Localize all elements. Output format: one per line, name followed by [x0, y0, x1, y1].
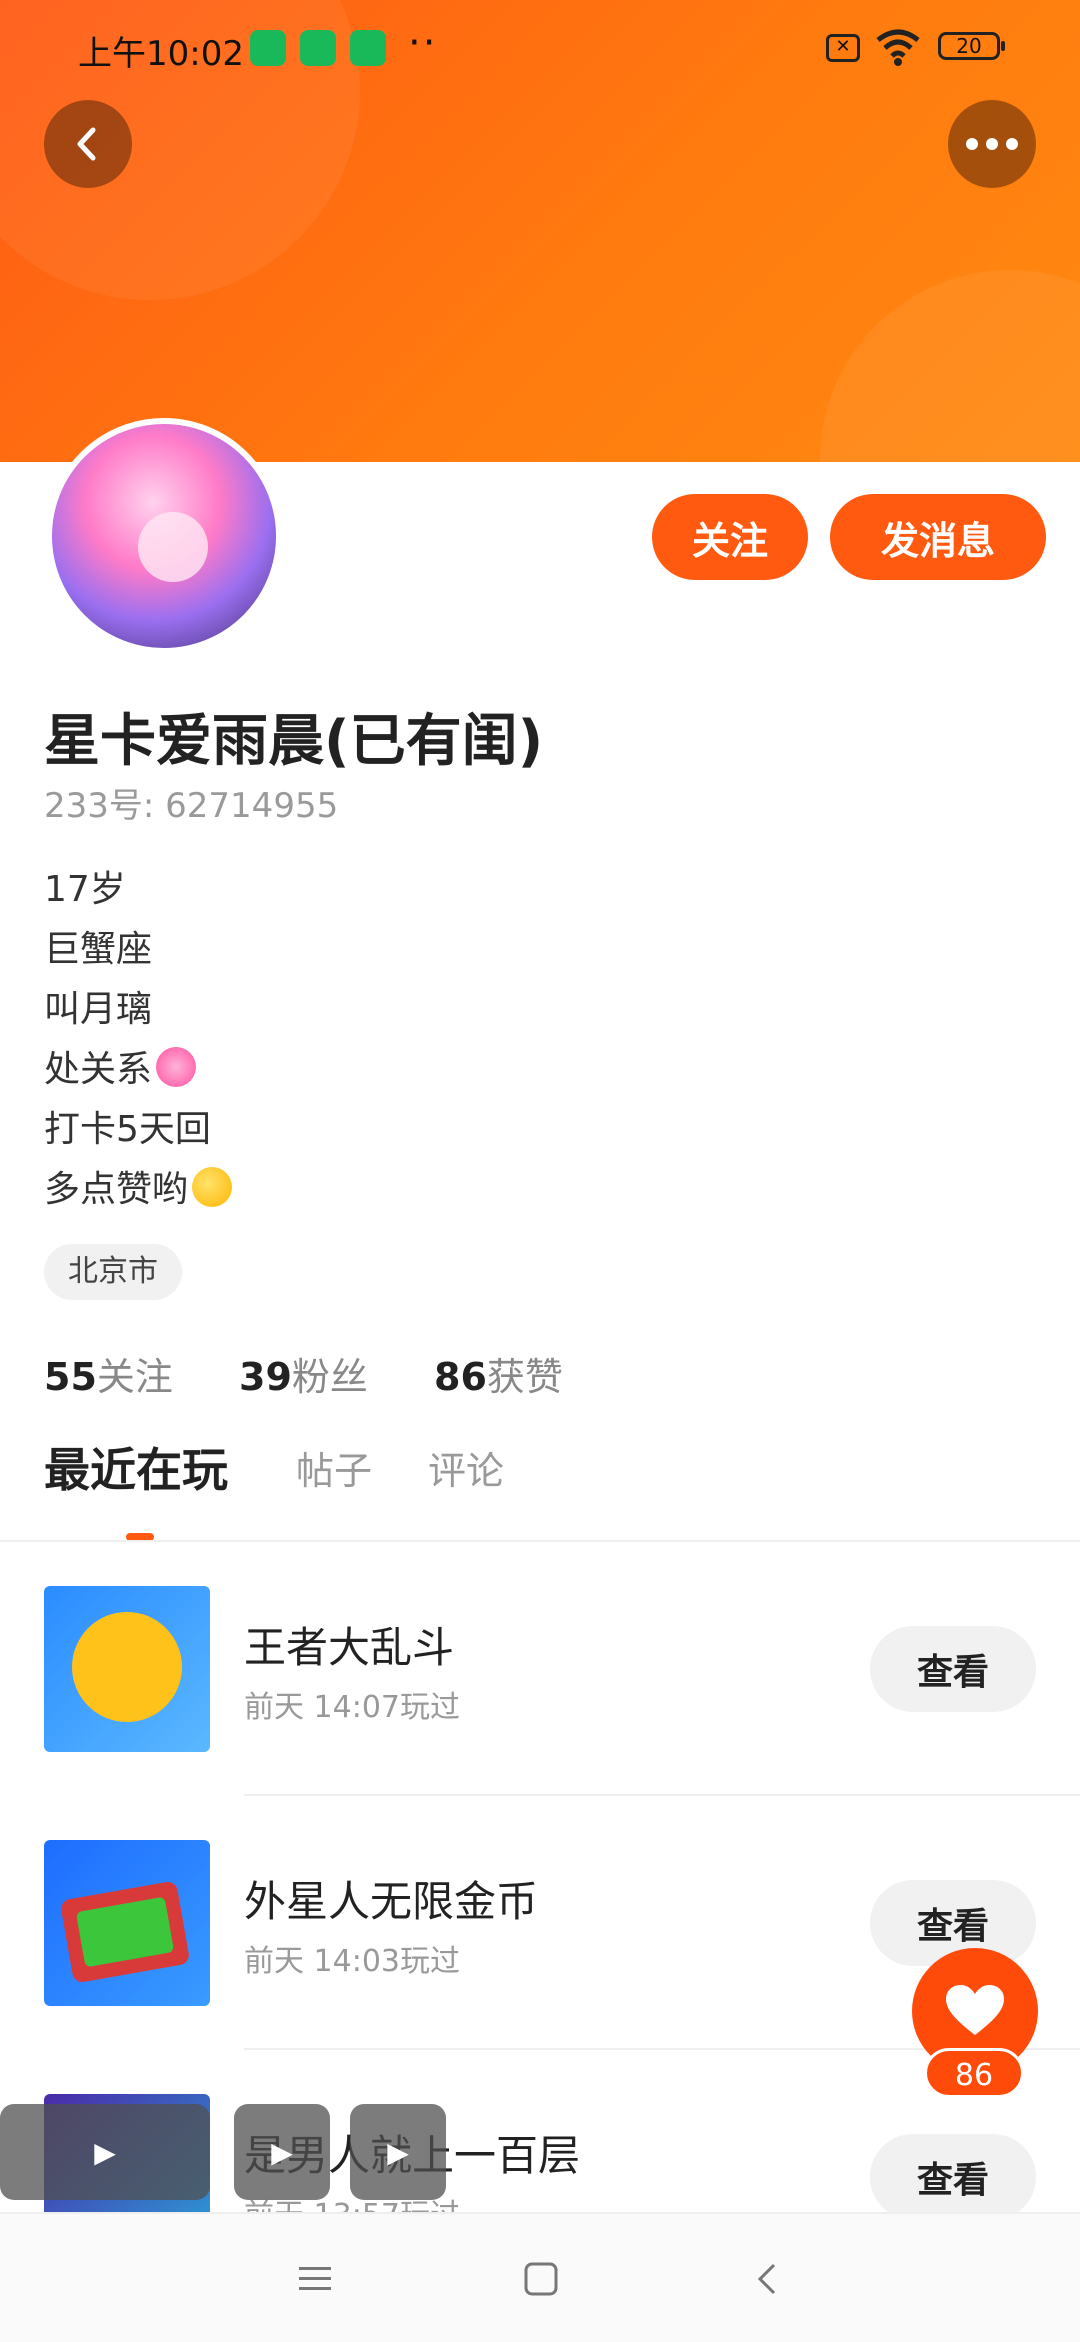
more-dots-icon: ·· — [408, 20, 438, 66]
bio-line: 多点赞哟 — [44, 1160, 944, 1220]
profile-bio: 17岁 巨蟹座 叫月璃 处关系 打卡5天回 多点赞哟 — [44, 860, 944, 1220]
bio-line: 巨蟹座 — [44, 929, 153, 970]
pumpkin-coin-icon — [72, 1612, 182, 1722]
view-button[interactable]: 查看 — [870, 2134, 1036, 2212]
sim-off-icon: ✕ — [826, 34, 860, 62]
profile-id: 233号: 62714955 — [44, 786, 339, 826]
chevron-left-icon — [77, 127, 96, 161]
back-nav-icon[interactable] — [742, 2254, 792, 2304]
tab-posts[interactable]: 帖子 — [296, 1440, 372, 1495]
avatar-face — [138, 512, 208, 582]
more-horizontal-icon — [966, 138, 1018, 150]
kiss-face-icon — [192, 1167, 233, 1207]
video-chip[interactable]: ▶ — [0, 2104, 210, 2200]
header-decor-circle — [820, 270, 1080, 462]
list-item[interactable]: 王者大乱斗 前天 14:07玩过 查看 — [0, 1542, 1080, 1796]
wifi-icon — [876, 29, 920, 66]
profile-tabs: 最近在玩 帖子 评论 — [0, 1440, 1080, 1540]
system-nav-bar — [0, 2212, 1080, 2342]
video-chip[interactable]: ▶ — [350, 2104, 446, 2200]
play-icon: ▶ — [94, 2135, 116, 2169]
likes-stat[interactable]: 86获赞 — [434, 1346, 563, 1401]
bio-line: 打卡5天回 — [44, 1109, 211, 1150]
video-chip[interactable]: ▶ — [234, 2104, 330, 2200]
played-time: 前天 14:07玩过 — [244, 1690, 460, 1725]
following-stat[interactable]: 55关注 — [44, 1346, 173, 1401]
play-icon: ▶ — [387, 2135, 409, 2169]
menu-icon[interactable] — [290, 2254, 340, 2304]
back-button[interactable] — [44, 100, 132, 188]
more-options-button[interactable] — [948, 100, 1036, 188]
bio-line: 处关系 — [44, 1040, 944, 1100]
wechat-icon — [250, 30, 286, 66]
battery-icon: 20 — [938, 32, 1005, 60]
played-time: 前天 14:03玩过 — [244, 1944, 460, 1979]
game-title: 王者大乱斗 — [244, 1623, 455, 1672]
game-thumbnail — [44, 1840, 210, 2006]
location-tag: 北京市 — [44, 1244, 182, 1300]
like-count-badge: 86 — [924, 2048, 1024, 2098]
sparkling-heart-icon — [156, 1047, 197, 1087]
bio-line: 叫月璃 — [44, 989, 153, 1030]
shield-icon — [300, 30, 336, 66]
followers-stat[interactable]: 39粉丝 — [239, 1346, 368, 1401]
avatar[interactable] — [46, 418, 282, 654]
play-icon: ▶ — [271, 2135, 293, 2169]
bio-line: 17岁 — [44, 869, 126, 910]
follow-button[interactable]: 关注 — [652, 494, 808, 580]
profile-stats: 55关注 39粉丝 86获赞 — [44, 1346, 617, 1401]
tab-recently-played[interactable]: 最近在玩 — [44, 1434, 228, 1500]
send-message-button[interactable]: 发消息 — [830, 494, 1046, 580]
game-thumbnail — [44, 1586, 210, 1752]
status-time: 上午10:02 — [78, 34, 244, 74]
game-title: 外星人无限金币 — [244, 1877, 539, 1926]
status-bar: 上午10:02 ·· ✕ 20 — [0, 0, 1080, 100]
view-button[interactable]: 查看 — [870, 1626, 1036, 1712]
heart-icon — [946, 1985, 1004, 2035]
tab-comments[interactable]: 评论 — [428, 1440, 504, 1495]
profile-name: 星卡爱雨晨(已有闺) — [44, 709, 544, 774]
home-icon[interactable] — [516, 2254, 566, 2304]
shield-icon — [350, 30, 386, 66]
